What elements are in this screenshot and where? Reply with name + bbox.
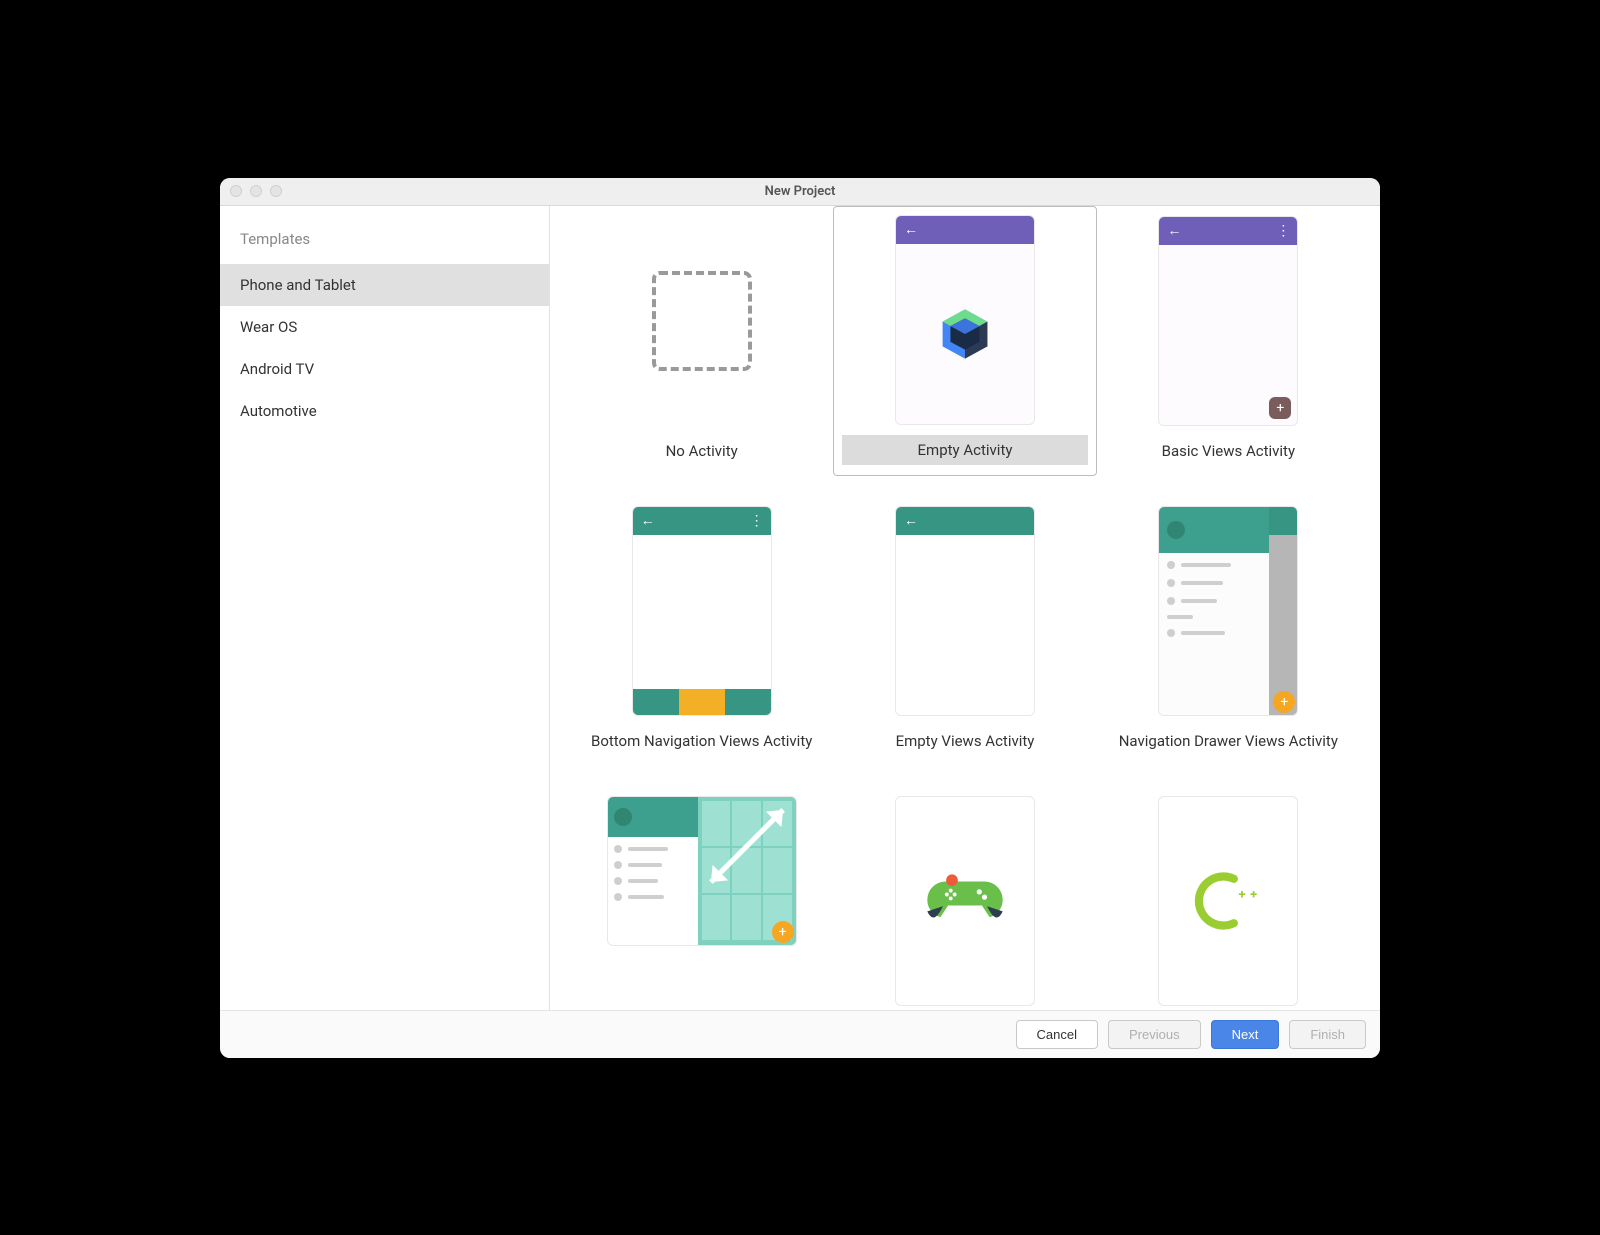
appbar: ← — [896, 507, 1034, 535]
minimize-window-button[interactable] — [250, 185, 262, 197]
template-thumbnail: + + — [1158, 796, 1298, 1006]
back-arrow-icon: ← — [1167, 222, 1181, 239]
svg-text:+: + — [1250, 887, 1257, 902]
sidebar-item-label: Android TV — [240, 360, 314, 378]
template-responsive-views-activity[interactable]: + — [570, 786, 833, 1010]
template-native-cpp[interactable]: + + — [1097, 786, 1360, 1010]
sidebar-item-label: Phone and Tablet — [240, 276, 356, 294]
svg-text:+: + — [1239, 887, 1246, 902]
template-thumbnail — [632, 216, 772, 426]
avatar-icon — [614, 808, 632, 826]
templates-sidebar: Templates Phone and Tablet Wear OS Andro… — [220, 206, 550, 1010]
window-title: New Project — [220, 184, 1380, 199]
template-basic-views-activity[interactable]: ← ⋮ + Basic Views Activity — [1097, 206, 1360, 476]
template-label: Empty Views Activity — [896, 726, 1035, 756]
previous-button[interactable]: Previous — [1108, 1020, 1201, 1049]
sidebar-item-android-tv[interactable]: Android TV — [220, 348, 549, 390]
wizard-footer: Cancel Previous Next Finish — [220, 1010, 1380, 1058]
template-label: No Activity — [666, 436, 738, 466]
resize-arrow-icon — [704, 803, 790, 889]
template-label: Navigation Drawer Views Activity — [1119, 726, 1338, 756]
template-empty-activity[interactable]: ← Empty Activity — [833, 206, 1096, 476]
gamepad-icon — [926, 874, 1004, 928]
template-no-activity[interactable]: No Activity — [570, 206, 833, 476]
template-label: Empty Activity — [842, 435, 1087, 465]
template-thumbnail: ← — [895, 215, 1035, 425]
template-game-activity[interactable] — [833, 786, 1096, 1010]
template-label: Basic Views Activity — [1162, 436, 1295, 466]
template-empty-views-activity[interactable]: ← Empty Views Activity — [833, 496, 1096, 766]
new-project-window: New Project Templates Phone and Tablet W… — [220, 178, 1380, 1058]
window-controls — [230, 185, 282, 197]
back-arrow-icon: ← — [641, 512, 655, 529]
close-window-button[interactable] — [230, 185, 242, 197]
template-thumbnail: ← — [895, 506, 1035, 716]
next-button[interactable]: Next — [1211, 1020, 1280, 1049]
template-bottom-navigation-views-activity[interactable]: ← ⋮ Bottom Navigation Views Activity — [570, 496, 833, 766]
avatar-icon — [1167, 521, 1185, 539]
template-grid: No Activity ← — [550, 206, 1380, 1010]
appbar: ← ⋮ — [1159, 217, 1297, 245]
sidebar-item-wear-os[interactable]: Wear OS — [220, 306, 549, 348]
back-arrow-icon: ← — [904, 512, 918, 529]
template-thumbnail: ← ⋮ + — [1158, 216, 1298, 426]
titlebar: New Project — [220, 178, 1380, 206]
sidebar-item-label: Automotive — [240, 402, 317, 420]
cpp-icon: + + — [1193, 871, 1263, 931]
sidebar-item-label: Wear OS — [240, 318, 297, 336]
cancel-button[interactable]: Cancel — [1016, 1020, 1098, 1049]
template-thumbnail: ← ⋮ — [632, 506, 772, 716]
fab-add-icon: + — [772, 921, 794, 943]
dashed-square-icon — [652, 271, 752, 371]
appbar: ← — [896, 216, 1034, 244]
jetpack-compose-icon — [937, 306, 993, 362]
appbar: ← ⋮ — [633, 507, 771, 535]
fab-add-icon: + — [1269, 397, 1291, 419]
template-thumbnail: + — [607, 796, 797, 946]
template-label: Bottom Navigation Views Activity — [591, 726, 812, 756]
back-arrow-icon: ← — [904, 221, 918, 238]
overflow-menu-icon: ⋮ — [750, 513, 763, 529]
template-thumbnail: + — [1158, 506, 1298, 716]
fab-add-icon: + — [1273, 691, 1295, 713]
sidebar-item-automotive[interactable]: Automotive — [220, 390, 549, 432]
finish-button[interactable]: Finish — [1289, 1020, 1366, 1049]
sidebar-item-phone-and-tablet[interactable]: Phone and Tablet — [220, 264, 549, 306]
overflow-menu-icon: ⋮ — [1276, 223, 1289, 239]
template-thumbnail — [895, 796, 1035, 1006]
sidebar-heading: Templates — [220, 230, 549, 264]
template-navigation-drawer-views-activity[interactable]: + Navigation Drawer Views Activity — [1097, 496, 1360, 766]
zoom-window-button[interactable] — [270, 185, 282, 197]
bottom-nav-bar — [633, 689, 771, 715]
